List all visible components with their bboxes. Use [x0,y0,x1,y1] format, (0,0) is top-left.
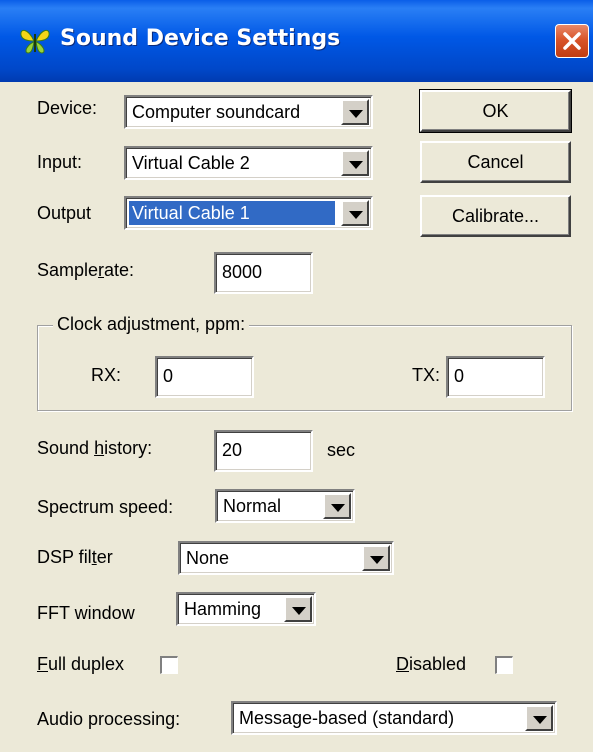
butterfly-icon [20,29,50,54]
output-value: Virtual Cable 1 [129,201,335,225]
dsp-filter-label: DSP filter [37,547,113,568]
samplerate-input[interactable]: 8000 [214,252,313,294]
clock-adjustment-label: Clock adjustment, ppm: [53,314,250,335]
cancel-button-label: Cancel [467,152,524,172]
fft-window-value: Hamming [184,599,262,619]
rx-label: RX: [91,365,122,385]
samplerate-label: Samplerate: [37,260,134,281]
spectrum-speed-select[interactable]: Normal [215,489,355,523]
samplerate-value: 8000 [222,262,263,282]
audio-processing-value: Message-based (standard) [239,708,455,728]
dsp-filter-label-post: er [96,547,113,567]
tx-value: 0 [454,366,465,386]
audio-processing-select[interactable]: Message-based (standard) [231,701,557,735]
chevron-down-icon[interactable] [323,493,351,519]
ok-button[interactable]: OK [419,89,572,133]
spectrum-speed-label: Spectrum speed: [37,497,174,517]
disabled-label: Disabled [396,654,466,675]
disabled-checkbox[interactable] [495,656,513,674]
chevron-down-icon[interactable] [341,99,369,125]
sound-history-label-pre: Sound [37,438,95,458]
audio-processing-label: Audio processing: [37,709,181,729]
cancel-button[interactable]: Cancel [420,141,571,183]
chevron-down-icon[interactable] [362,545,390,571]
full-duplex-label-accel: F [37,654,48,674]
dsp-filter-select[interactable]: None [178,541,394,575]
output-select[interactable]: Virtual Cable 1 [124,196,373,230]
calibrate-button[interactable]: Calibrate... [420,195,571,237]
samplerate-label-pre: Sample [37,260,99,280]
tx-input[interactable]: 0 [446,356,545,398]
disabled-label-post: isabled [409,654,467,674]
samplerate-label-post: ate: [104,260,135,280]
chevron-down-icon[interactable] [284,596,312,622]
ok-button-label: OK [482,101,509,121]
full-duplex-label-post: ull duplex [48,654,125,674]
sound-history-label-post: istory: [104,438,153,458]
chevron-down-icon[interactable] [341,200,369,226]
rx-input[interactable]: 0 [155,356,254,398]
sound-history-value: 20 [222,440,243,460]
rx-value: 0 [163,366,174,386]
chevron-down-icon[interactable] [525,705,553,731]
sound-history-unit: sec [327,440,356,460]
chevron-down-icon[interactable] [341,150,369,176]
full-duplex-checkbox[interactable] [160,656,178,674]
sound-history-label-accel: h [94,438,105,458]
dsp-filter-value: None [186,548,230,568]
fft-window-select[interactable]: Hamming [176,592,316,626]
sound-device-settings-dialog: Sound Device Settings Device: Computer s… [0,0,593,752]
title-bar[interactable]: Sound Device Settings [0,0,593,82]
device-value: Computer soundcard [132,102,301,122]
dsp-filter-label-pre: DSP fil [37,547,92,567]
spectrum-speed-value: Normal [223,496,282,516]
full-duplex-label: Full duplex [37,654,124,675]
disabled-label-accel: D [396,654,409,674]
window-title: Sound Device Settings [60,26,341,51]
input-label: Input: [37,152,83,172]
close-icon [563,32,581,50]
output-label: Output [37,203,92,223]
input-select[interactable]: Virtual Cable 2 [124,146,373,180]
device-label: Device: [37,98,98,118]
calibrate-button-label: Calibrate... [451,206,540,226]
sound-history-label: Sound history: [37,438,152,459]
sound-history-input[interactable]: 20 [214,430,313,472]
fft-window-label: FFT window [37,603,135,623]
input-value: Virtual Cable 2 [132,153,250,173]
device-select[interactable]: Computer soundcard [124,95,373,129]
close-button[interactable] [555,24,589,58]
tx-label: TX: [412,365,441,385]
